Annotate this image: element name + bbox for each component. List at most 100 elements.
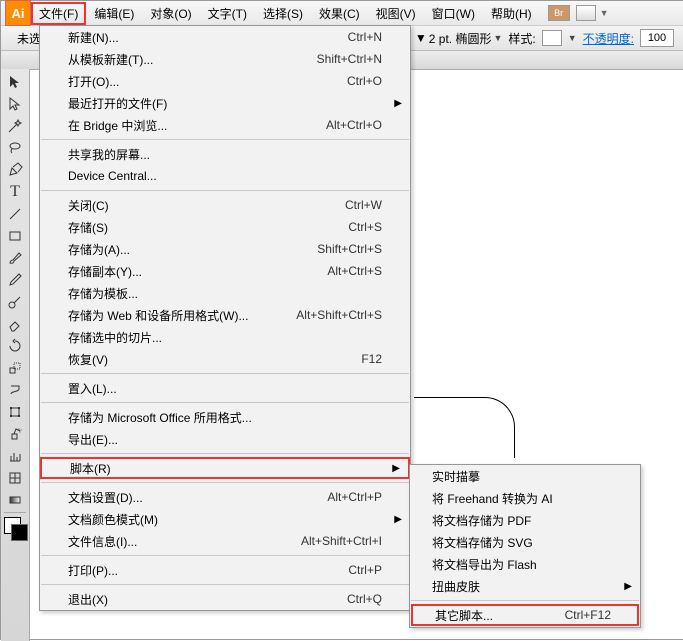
submenu-item[interactable]: 将文档导出为 Flash [410,553,640,575]
menu-item[interactable]: 存储为 Web 和设备所用格式(W)...Alt+Shift+Ctrl+S [40,304,410,326]
menu-item[interactable]: 恢复(V)F12 [40,348,410,370]
submenu-item-label: 将文档存储为 SVG [432,534,620,551]
menu-文件[interactable]: 文件(F) [31,2,86,25]
submenu-arrow-icon: ▶ [394,514,402,525]
rotate-tool[interactable] [4,335,26,357]
menu-item[interactable]: 存储副本(Y)...Alt+Ctrl+S [40,260,410,282]
menu-item-label: 最近打开的文件(F) [68,95,382,112]
selection-tool[interactable] [4,71,26,93]
submenu-item[interactable]: 实时描摹 [410,465,640,487]
menu-item[interactable]: 置入(L)... [40,377,410,399]
menu-shortcut: Alt+Shift+Ctrl+I [301,534,382,548]
menu-item[interactable]: 从模板新建(T)...Shift+Ctrl+N [40,48,410,70]
paintbrush-tool[interactable] [4,247,26,269]
menu-shortcut: Ctrl+S [348,220,382,234]
menu-对象[interactable]: 对象(O) [142,2,199,25]
menu-shortcut: Ctrl+Q [347,592,382,606]
opacity-label[interactable]: 不透明度: [583,30,634,47]
opacity-input[interactable] [640,29,674,47]
menu-效果[interactable]: 效果(C) [311,2,368,25]
menu-shortcut: Shift+Ctrl+S [317,242,382,256]
menu-item[interactable]: 打开(O)...Ctrl+O [40,70,410,92]
menu-item-label: 文档设置(D)... [68,489,327,506]
eraser-tool[interactable] [4,313,26,335]
toolbox: T [1,69,30,641]
line-tool[interactable] [4,203,26,225]
warp-tool[interactable] [4,379,26,401]
menu-窗口[interactable]: 窗口(W) [424,2,483,25]
stroke-weight[interactable]: ▼ 2 pt. 椭圆形 ▼ [415,30,503,47]
menu-item[interactable]: 最近打开的文件(F)▶ [40,92,410,114]
menu-item-label: 共享我的屏幕... [68,146,382,163]
pen-tool[interactable] [4,159,26,181]
submenu-item[interactable]: 扭曲皮肤▶ [410,575,640,597]
pencil-tool[interactable] [4,269,26,291]
submenu-item-label: 实时描摹 [432,468,620,485]
canvas-artwork [414,397,515,458]
menu-item[interactable]: 在 Bridge 中浏览...Alt+Ctrl+O [40,114,410,136]
menu-item-label: 存储为(A)... [68,241,317,258]
menu-shortcut: Alt+Shift+Ctrl+S [296,308,382,322]
submenu-item[interactable]: 将 Freehand 转换为 AI [410,487,640,509]
rectangle-tool[interactable] [4,225,26,247]
menu-item[interactable]: 打印(P)...Ctrl+P [40,559,410,581]
menu-shortcut: Ctrl+F12 [565,608,611,622]
menu-item-label: 导出(E)... [68,431,382,448]
graph-tool[interactable] [4,445,26,467]
menu-item-label: 存储为模板... [68,285,382,302]
menu-item-label: 文档颜色模式(M) [68,511,382,528]
menu-item-label: 脚本(R) [70,460,380,477]
style-swatch[interactable] [542,30,562,46]
menu-item[interactable]: 文档设置(D)...Alt+Ctrl+P [40,486,410,508]
menu-item-label: 新建(N)... [68,29,348,46]
menu-编辑[interactable]: 编辑(E) [86,2,142,25]
menu-item[interactable]: 存储选中的切片... [40,326,410,348]
menu-item[interactable]: 脚本(R)▶ [40,457,410,479]
menu-item[interactable]: 退出(X)Ctrl+Q [40,588,410,610]
menu-选择[interactable]: 选择(S) [255,2,311,25]
menu-item[interactable]: 存储为模板... [40,282,410,304]
menu-item[interactable]: 文档颜色模式(M) ▶ [40,508,410,530]
direct-selection-tool[interactable] [4,93,26,115]
free-transform-tool[interactable] [4,401,26,423]
submenu-item[interactable]: 将文档存储为 PDF [410,509,640,531]
menu-item[interactable]: 新建(N)...Ctrl+N [40,26,410,48]
lasso-tool[interactable] [4,137,26,159]
magic-wand-tool[interactable] [4,115,26,137]
blob-brush-tool[interactable] [4,291,26,313]
menu-item-label: 从模板新建(T)... [68,51,317,68]
menu-文字[interactable]: 文字(T) [200,2,255,25]
bridge-icon[interactable]: Br [548,5,570,21]
menu-item-label: 存储选中的切片... [68,329,382,346]
menu-shortcut: F12 [361,352,382,366]
mesh-tool[interactable] [4,467,26,489]
menu-item[interactable]: 文件信息(I)...Alt+Shift+Ctrl+I [40,530,410,552]
submenu-item-label: 扭曲皮肤 [432,578,620,595]
menubar: Ai 文件(F)编辑(E)对象(O)文字(T)选择(S)效果(C)视图(V)窗口… [1,1,683,26]
arrange-icon[interactable] [576,5,596,21]
fill-stroke-swatches[interactable] [3,516,27,542]
menu-item[interactable]: Device Central... [40,165,410,187]
menu-item[interactable]: 存储为(A)...Shift+Ctrl+S [40,238,410,260]
symbol-sprayer-tool[interactable] [4,423,26,445]
scale-tool[interactable] [4,357,26,379]
menu-帮助[interactable]: 帮助(H) [483,2,540,25]
menu-shortcut: Ctrl+P [348,563,382,577]
chevron-down-icon[interactable]: ▼ [600,8,609,18]
menu-item-label: 存储(S) [68,219,348,236]
menu-item-label: 存储副本(Y)... [68,263,327,280]
submenu-item-label: 将文档存储为 PDF [432,512,620,529]
menu-item[interactable]: 存储(S)Ctrl+S [40,216,410,238]
menu-item[interactable]: 存储为 Microsoft Office 所用格式... [40,406,410,428]
menu-item[interactable]: 关闭(C)Ctrl+W [40,194,410,216]
menu-shortcut: Ctrl+W [345,198,382,212]
type-tool[interactable]: T [4,181,26,203]
menu-item-label: 在 Bridge 中浏览... [68,117,326,134]
gradient-tool[interactable] [4,489,26,511]
menu-item[interactable]: 共享我的屏幕... [40,143,410,165]
menu-视图[interactable]: 视图(V) [368,2,424,25]
submenu-item[interactable]: 将文档存储为 SVG [410,531,640,553]
submenu-item[interactable]: 其它脚本...Ctrl+F12 [411,604,639,626]
menu-item-label: 退出(X) [68,591,347,608]
menu-item[interactable]: 导出(E)... [40,428,410,450]
